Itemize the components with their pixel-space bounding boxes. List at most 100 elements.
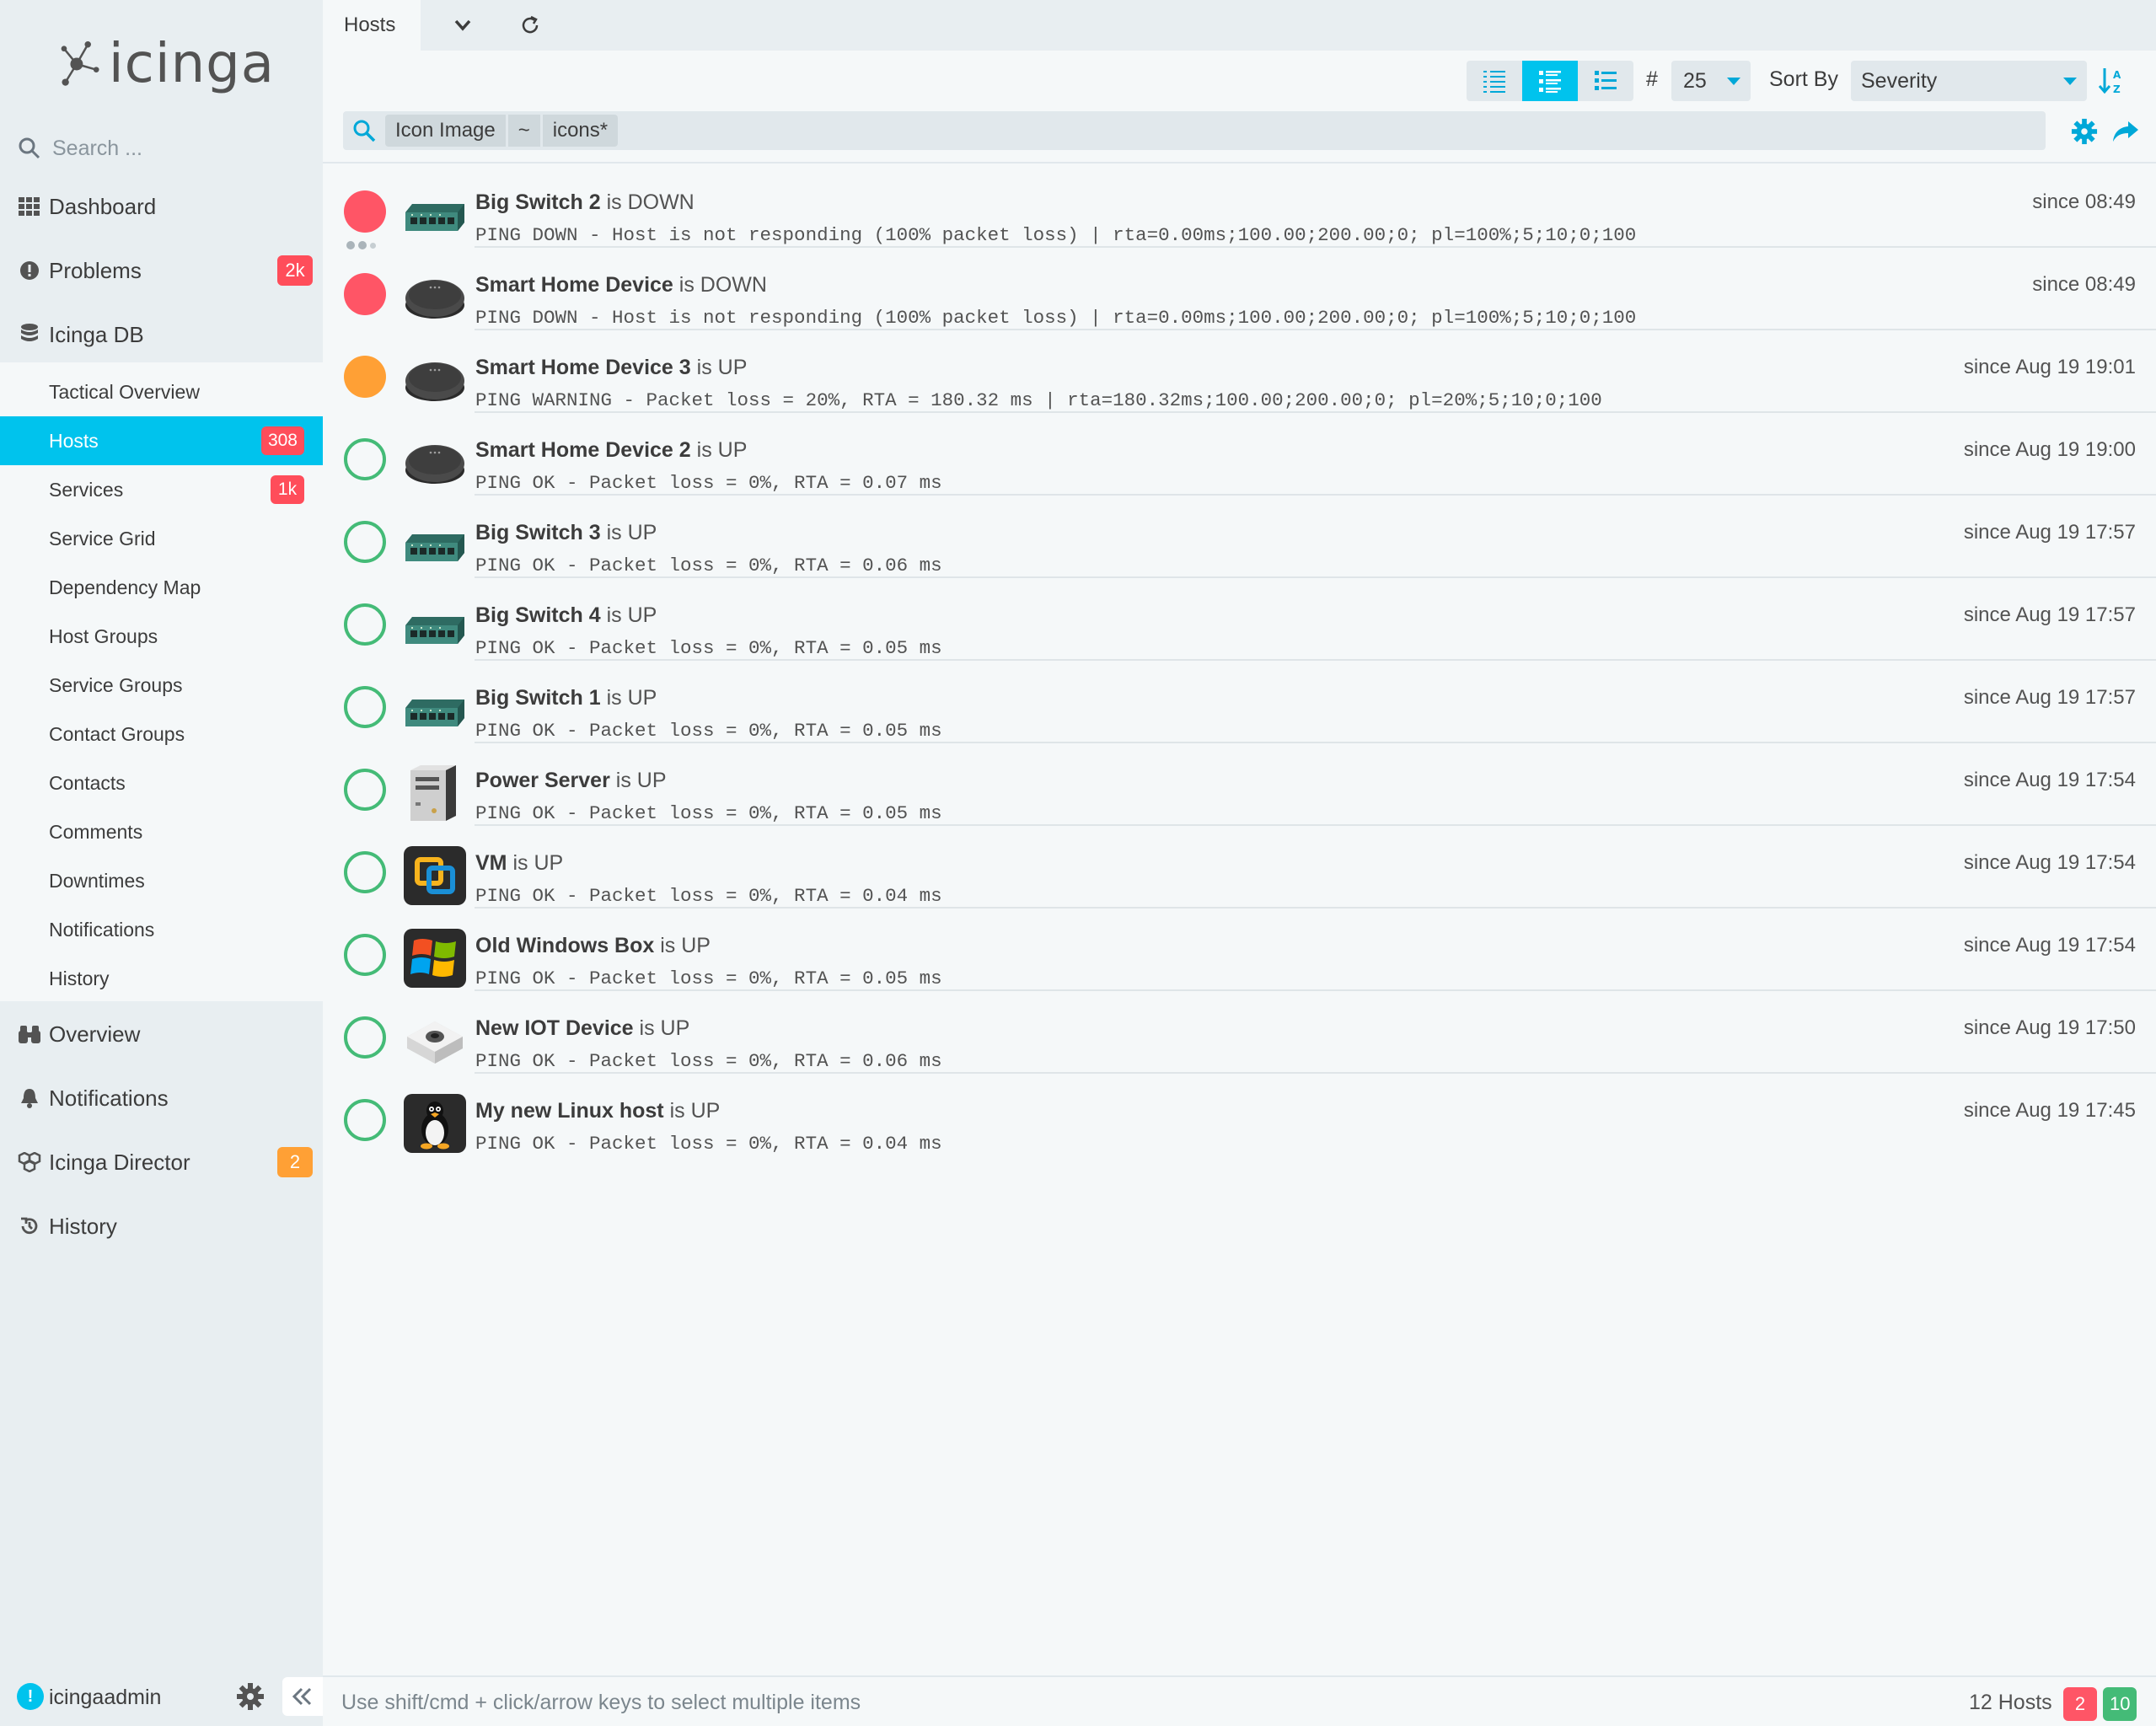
icinga-logo[interactable]: icinga [56, 22, 275, 106]
host-name-link[interactable]: Old Windows Box [475, 934, 654, 957]
search-input[interactable] [52, 136, 288, 161]
sidebar-item-services[interactable]: Services 1k [0, 465, 323, 514]
nav-notifications[interactable]: Notifications [0, 1068, 323, 1128]
host-row[interactable]: My new Linux host is UP PING OK - Packet … [323, 1074, 2156, 1156]
icinga-logo-icon [61, 40, 99, 86]
host-title: New IOT Device is UP [475, 1016, 689, 1041]
host-row[interactable]: Smart Home Device 3 is UP PING WARNING - … [323, 330, 2156, 413]
host-name-link[interactable]: Power Server [475, 769, 610, 792]
view-minimal-button[interactable] [1467, 61, 1522, 101]
nav-overview[interactable]: Overview [0, 1004, 323, 1064]
filter-operator-chip[interactable]: ~ [507, 115, 540, 147]
nav-problems[interactable]: Problems 2k [0, 240, 323, 301]
sidebar-item-tactical-overview[interactable]: Tactical Overview [0, 367, 323, 416]
dashboard-grid-icon [19, 197, 40, 216]
host-state-indicator [344, 438, 386, 480]
collapse-sidebar-button[interactable] [282, 1677, 323, 1716]
host-row[interactable]: Big Switch 3 is UP PING OK - Packet loss … [323, 496, 2156, 578]
sidebar-item-contacts[interactable]: Contacts [0, 758, 323, 807]
host-title: Smart Home Device 2 is UP [475, 438, 747, 463]
nav-icinga-db[interactable]: Icinga DB [0, 304, 323, 365]
host-row[interactable]: Old Windows Box is UP PING OK - Packet lo… [323, 909, 2156, 991]
sidebar-item-history[interactable]: History [0, 954, 323, 1003]
host-name-link[interactable]: VM [475, 851, 507, 875]
host-state-text: is UP [609, 769, 667, 792]
host-check-output: PING OK - Packet loss = 0%, RTA = 0.05 m… [475, 637, 942, 659]
sort-direction-icon[interactable]: A Z [2097, 66, 2126, 96]
search-filter-bar[interactable]: Icon Image ~ icons* [343, 111, 2046, 150]
sidebar-item-comments[interactable]: Comments [0, 807, 323, 856]
host-name-link[interactable]: Smart Home Device [475, 273, 673, 297]
nav-icinga-director[interactable]: Icinga Director 2 [0, 1132, 323, 1193]
host-state-indicator [344, 769, 386, 811]
user-avatar[interactable]: ! [17, 1683, 44, 1710]
host-name-link[interactable]: New IOT Device [475, 1016, 634, 1040]
host-row[interactable]: VM is UP PING OK - Packet loss = 0%, RTA … [323, 826, 2156, 909]
settings-gear-icon[interactable] [236, 1682, 265, 1711]
host-state-text: is UP [633, 1016, 690, 1040]
sidebar: icinga Dashboard Problems 2k Icinga DB [0, 0, 336, 1726]
host-row[interactable]: New IOT Device is UP PING OK - Packet los… [323, 991, 2156, 1074]
smart-speaker-icon [404, 268, 466, 327]
view-common-button[interactable] [1522, 61, 1578, 101]
sidebar-item-host-groups[interactable]: Host Groups [0, 612, 323, 661]
host-state-indicator [344, 934, 386, 976]
host-state-since: since Aug 19 19:00 [1963, 438, 2136, 461]
down-count-badge[interactable]: 2 [2063, 1687, 2097, 1721]
host-state-indicator [344, 1016, 386, 1059]
sidebar-item-notifications[interactable]: Notifications [0, 905, 323, 954]
host-row[interactable]: Power Server is UP PING OK - Packet loss … [323, 743, 2156, 826]
host-check-output: PING OK - Packet loss = 0%, RTA = 0.06 m… [475, 555, 942, 576]
chevron-down-icon[interactable] [449, 12, 476, 39]
search-icon [353, 120, 376, 142]
tab-bar: Hosts [323, 0, 2156, 51]
sort-select[interactable]: Severity [1851, 61, 2087, 101]
sidebar-item-service-groups[interactable]: Service Groups [0, 661, 323, 710]
host-row[interactable]: Smart Home Device 2 is UP PING OK - Packe… [323, 413, 2156, 496]
vmware-icon [404, 846, 466, 905]
host-name-link[interactable]: Smart Home Device 3 [475, 356, 691, 379]
refresh-icon[interactable] [517, 12, 544, 39]
nav-dashboard-label: Dashboard [49, 193, 157, 219]
user-name[interactable]: icingaadmin [49, 1686, 161, 1710]
share-arrow-icon[interactable] [2111, 118, 2140, 145]
host-name-link[interactable]: Smart Home Device 2 [475, 438, 691, 462]
host-check-output: PING OK - Packet loss = 0%, RTA = 0.04 m… [475, 885, 942, 907]
sidebar-item-dependency-map[interactable]: Dependency Map [0, 563, 323, 612]
host-name-link[interactable]: Big Switch 3 [475, 521, 601, 544]
services-count-badge: 1k [271, 475, 304, 504]
filter-settings-gear-icon[interactable] [2071, 118, 2098, 145]
sidebar-item-contact-groups[interactable]: Contact Groups [0, 710, 323, 758]
sidebar-item-label: Service Grid [49, 527, 156, 549]
icinga-db-submenu: Tactical Overview Hosts 308 Services 1k Se… [0, 362, 336, 1003]
sidebar-item-downtimes[interactable]: Downtimes [0, 856, 323, 905]
view-detailed-button[interactable] [1578, 61, 1633, 101]
host-state-text: is UP [507, 851, 564, 875]
host-title: Smart Home Device is DOWN [475, 273, 767, 297]
footer-bar: Use shift/cmd + click/arrow keys to sele… [323, 1675, 2156, 1726]
list-minimal-icon [1483, 71, 1505, 93]
server-tower-icon [404, 764, 466, 823]
host-row[interactable]: Smart Home Device is DOWN PING DOWN - Hos… [323, 248, 2156, 330]
host-title: Big Switch 1 is UP [475, 686, 657, 710]
host-check-output: PING OK - Packet loss = 0%, RTA = 0.04 m… [475, 1133, 942, 1155]
main-content: Hosts # 25 Sort By Severity A Z Icon Ima… [323, 0, 2156, 1726]
filter-column-chip[interactable]: Icon Image [385, 115, 506, 147]
host-name-link[interactable]: Big Switch 1 [475, 686, 601, 710]
nav-history[interactable]: History [0, 1196, 323, 1257]
sidebar-item-hosts[interactable]: Hosts 308 [0, 416, 336, 465]
host-name-link[interactable]: Big Switch 4 [475, 603, 601, 627]
limit-select[interactable]: 25 [1671, 61, 1751, 101]
sidebar-item-service-grid[interactable]: Service Grid [0, 514, 323, 563]
up-count-badge[interactable]: 10 [2103, 1687, 2137, 1721]
filter-value-chip[interactable]: icons* [542, 115, 619, 147]
host-name-link[interactable]: My new Linux host [475, 1099, 664, 1123]
host-state-indicator [344, 356, 386, 398]
host-row[interactable]: Big Switch 2 is DOWN PING DOWN - Host is … [323, 165, 2156, 249]
nav-dashboard[interactable]: Dashboard [0, 176, 323, 237]
host-state-text: is UP [690, 356, 748, 379]
host-row[interactable]: Big Switch 1 is UP PING OK - Packet loss … [323, 661, 2156, 743]
host-name-link[interactable]: Big Switch 2 [475, 190, 601, 214]
host-row[interactable]: Big Switch 4 is UP PING OK - Packet loss … [323, 578, 2156, 661]
tab-hosts[interactable]: Hosts [323, 0, 421, 51]
